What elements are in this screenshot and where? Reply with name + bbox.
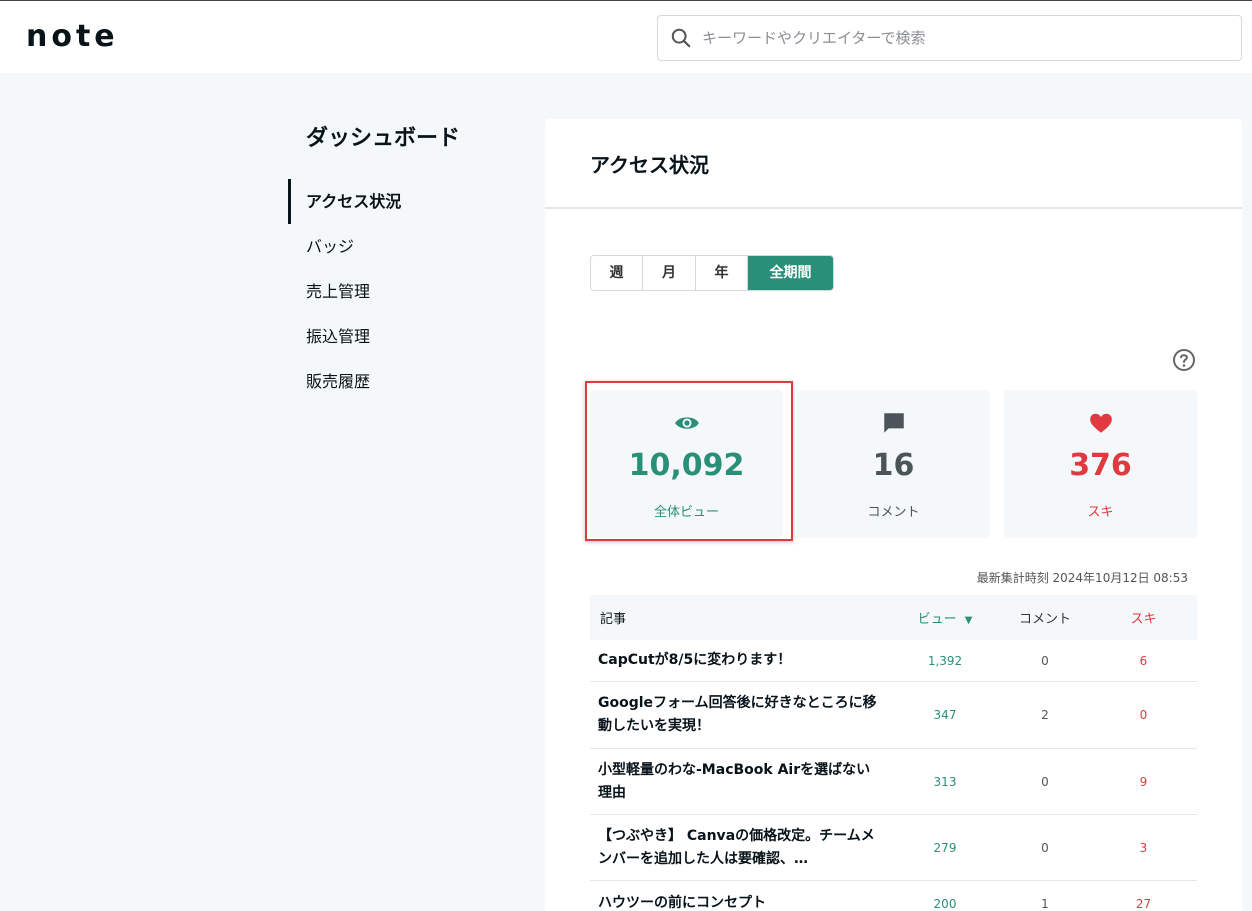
article-comments: 1 [1041, 896, 1049, 911]
search-icon [671, 28, 691, 48]
sidebar-title: ダッシュボード [306, 126, 461, 151]
article-views: 347 [933, 708, 957, 722]
header-article: 記事 [600, 612, 627, 627]
article-comments: 2 [1041, 708, 1049, 722]
table-row: 小型軽量のわな-MacBook Airを選ばない理由 313 0 9 [590, 749, 1197, 815]
article-likes: 0 [1139, 708, 1148, 722]
article-views: 1,392 [927, 653, 963, 668]
search-box[interactable] [657, 15, 1242, 61]
sidebar-nav: アクセス状況 バッジ 売上管理 振込管理 販売履歴 [288, 179, 508, 404]
article-title[interactable]: Googleフォーム回答後に好きなところに移動したいを実現！ [590, 684, 890, 746]
period-year-button[interactable]: 年 [696, 256, 748, 290]
sidebar-item-transfers[interactable]: 振込管理 [288, 314, 508, 359]
period-week-button[interactable]: 週 [591, 256, 643, 290]
comment-icon [884, 413, 904, 433]
table-header: 記事 ビュー ▼ コメント スキ [590, 595, 1197, 640]
table-row: Googleフォーム回答後に好きなところに移動したいを実現！ 347 2 0 [590, 682, 1197, 749]
period-all-button[interactable]: 全期間 [748, 256, 833, 290]
sidebar-item-history[interactable]: 販売履歴 [288, 359, 508, 404]
title-divider [545, 207, 1242, 209]
eye-icon [675, 417, 699, 429]
article-views: 200 [933, 896, 957, 911]
stat-views-label: 全体ビュー [653, 505, 719, 520]
stat-comments-label: コメント [867, 505, 920, 520]
header-views-label: ビュー [917, 612, 957, 627]
page-title: アクセス状況 [590, 153, 709, 177]
table-row: ハウツーの前にコンセプト 200 1 27 [590, 881, 1197, 911]
stat-comments-value: 16 [872, 448, 915, 483]
articles-table: 記事 ビュー ▼ コメント スキ CapCutが8/5に変わります！ 1,392… [590, 595, 1197, 911]
top-header: note [0, 0, 1252, 73]
help-icon[interactable] [1172, 348, 1196, 372]
sidebar-item-sales[interactable]: 売上管理 [288, 269, 508, 314]
article-title[interactable]: 小型軽量のわな-MacBook Airを選ばない理由 [590, 751, 890, 813]
stat-comments: 16 コメント [797, 390, 990, 538]
note-logo[interactable]: note [26, 19, 119, 54]
article-views: 279 [933, 840, 957, 855]
article-likes: 9 [1139, 774, 1148, 789]
stat-likes-label: スキ [1087, 505, 1114, 520]
article-likes: 3 [1139, 840, 1148, 855]
updated-timestamp: 最新集計時刻 2024年10月12日 08:53 [976, 571, 1188, 585]
article-comments: 0 [1041, 840, 1049, 855]
article-title[interactable]: 【つぶやき】 Canvaの価格改定。チームメンバーを追加した人は要確認、… [590, 817, 890, 879]
article-views: 313 [933, 774, 957, 789]
table-row: 【つぶやき】 Canvaの価格改定。チームメンバーを追加した人は要確認、… 27… [590, 815, 1197, 881]
sort-down-icon: ▼ [964, 615, 973, 626]
header-views-sort[interactable]: ビュー ▼ [890, 608, 1000, 627]
main-card: アクセス状況 週 月 年 全期間 10,092 全体ビュー 16 コメント 37… [545, 119, 1242, 911]
stat-likes: 376 スキ [1004, 390, 1197, 538]
sidebar-item-badges[interactable]: バッジ [288, 224, 508, 269]
table-row: CapCutが8/5に変わります！ 1,392 0 6 [590, 640, 1197, 682]
article-title[interactable]: CapCutが8/5に変わります！ [590, 641, 890, 680]
period-month-button[interactable]: 月 [643, 256, 696, 290]
article-likes: 6 [1139, 653, 1148, 668]
article-comments: 0 [1041, 774, 1049, 789]
article-comments: 0 [1041, 653, 1049, 668]
search-input[interactable] [702, 16, 1232, 60]
header-comments: コメント [1018, 612, 1071, 627]
heart-icon [1090, 413, 1112, 433]
period-selector: 週 月 年 全期間 [590, 255, 834, 291]
header-likes: スキ [1130, 612, 1157, 627]
stat-views: 10,092 全体ビュー [590, 390, 783, 538]
article-likes: 27 [1135, 896, 1152, 911]
stat-views-value: 10,092 [628, 448, 745, 483]
stat-likes-value: 376 [1069, 448, 1132, 483]
article-title[interactable]: ハウツーの前にコンセプト [590, 884, 890, 911]
sidebar-item-access[interactable]: アクセス状況 [288, 179, 508, 224]
